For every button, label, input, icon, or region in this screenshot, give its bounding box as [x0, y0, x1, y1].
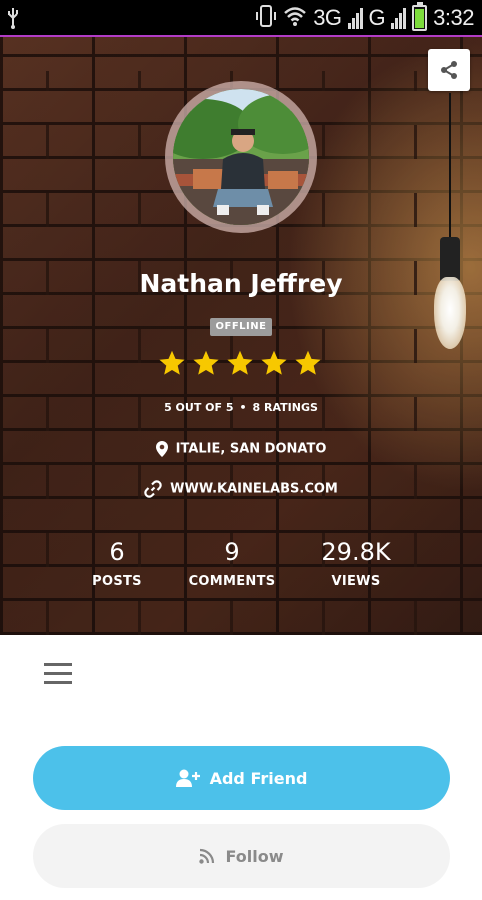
stat-label: POSTS [92, 574, 142, 589]
rss-icon [199, 848, 215, 864]
vibrate-icon [255, 4, 277, 32]
follow-button[interactable]: Follow [33, 824, 450, 888]
stat-label: COMMENTS [188, 574, 276, 589]
share-icon [441, 61, 457, 79]
light-bulb-wire [449, 93, 451, 241]
rating-stars [158, 349, 322, 377]
link-icon [144, 480, 162, 498]
status-icons: 3G G 3:32 [255, 2, 474, 32]
location-row: ITALIE, SAN DONATO [0, 441, 482, 457]
follow-label: Follow [225, 846, 284, 866]
rating-text: 5 OUT OF 5 [164, 401, 234, 414]
signal-bars-2-icon [391, 7, 407, 29]
profile-header: Nathan Jeffrey OFFLINE 5 OUT OF 5 • 8 RATI… [0, 37, 482, 635]
avatar[interactable] [165, 81, 317, 233]
rating-summary: 5 OUT OF 5 • 8 RATINGS [164, 401, 318, 414]
star-icon [227, 350, 253, 375]
map-pin-icon [155, 441, 168, 457]
location-text: ITALIE, SAN DONATO [175, 441, 327, 457]
star-icon [295, 350, 321, 375]
website-link[interactable]: WWW.KAINELABS.COM [170, 482, 338, 497]
network-type-2: G [368, 5, 386, 30]
stat-comments[interactable]: 9 COMMENTS [172, 538, 292, 589]
network-type-1: 3G [313, 5, 342, 30]
stat-value: 9 [224, 538, 240, 566]
star-icon [193, 350, 219, 375]
status-bar: 3G G 3:32 [0, 0, 482, 37]
menu-icon[interactable] [44, 663, 72, 685]
user-plus-icon [175, 769, 200, 787]
website-row[interactable]: WWW.KAINELABS.COM [0, 480, 482, 498]
profile-name: Nathan Jeffrey [139, 269, 343, 298]
star-icon [261, 350, 287, 375]
star-icon [159, 350, 185, 375]
stat-value: 6 [109, 538, 125, 566]
add-friend-button[interactable]: Add Friend [33, 746, 450, 810]
ratings-count: 8 RATINGS [252, 401, 318, 414]
status-badge: OFFLINE [210, 318, 272, 336]
stat-posts[interactable]: 6 POSTS [77, 538, 157, 589]
wifi-icon [283, 5, 307, 31]
usb-icon [6, 7, 20, 34]
battery-icon [412, 2, 428, 31]
stat-value: 29.8K [321, 538, 391, 566]
share-button[interactable] [428, 49, 470, 91]
add-friend-label: Add Friend [209, 768, 308, 788]
stat-views[interactable]: 29.8K VIEWS [306, 538, 406, 589]
clock: 3:32 [433, 5, 474, 30]
signal-bars-1-icon [347, 7, 363, 29]
stat-label: VIEWS [331, 574, 381, 589]
